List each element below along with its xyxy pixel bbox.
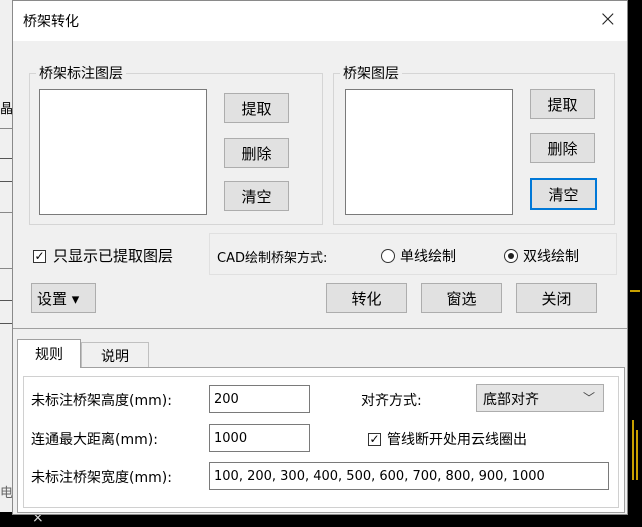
cad-line	[632, 420, 634, 480]
double-line-label[interactable]: 双线绘制	[523, 246, 579, 266]
height-label: 未标注桥架高度(mm):	[31, 393, 172, 409]
annotation-layer-legend: 桥架标注图层	[39, 66, 123, 82]
section-divider	[13, 328, 627, 329]
background-divider	[0, 128, 12, 129]
single-line-radio[interactable]	[381, 249, 395, 263]
close-icon[interactable]: ×	[599, 7, 617, 32]
single-line-label[interactable]: 单线绘制	[400, 246, 456, 266]
cad-line	[630, 290, 640, 292]
distance-label: 连通最大距离(mm):	[31, 432, 158, 448]
tray-delete-button[interactable]: 删除	[530, 133, 595, 163]
background-cad-canvas	[626, 0, 642, 527]
width-input[interactable]	[209, 462, 609, 490]
window-select-button[interactable]: 窗选	[421, 283, 502, 313]
only-extracted-label[interactable]: 只显示已提取图层	[53, 245, 173, 266]
align-label: 对齐方式:	[361, 393, 422, 409]
background-divider	[0, 212, 12, 213]
tab-rules[interactable]: 规则	[17, 339, 81, 368]
tray-layer-list[interactable]	[345, 89, 513, 215]
annotation-extract-button[interactable]: 提取	[224, 93, 289, 123]
double-line-radio[interactable]	[504, 249, 518, 263]
tab-description[interactable]: 说明	[81, 342, 149, 367]
dialog-title: 桥架转化	[23, 14, 79, 30]
title-bar[interactable]: 桥架转化 ×	[13, 1, 627, 41]
cad-mode-label: CAD绘制桥架方式:	[217, 251, 328, 266]
annotation-layer-list[interactable]	[39, 89, 207, 215]
align-select-value: 底部对齐	[483, 392, 539, 408]
convert-button[interactable]: 转化	[326, 283, 407, 313]
bridge-convert-dialog: 桥架转化 × 桥架标注图层 提取 删除 清空 桥架图层 提取 删除 清空 ✓ 只…	[12, 0, 628, 515]
tray-layer-legend: 桥架图层	[343, 66, 399, 82]
align-select[interactable]: 底部对齐 ﹀	[476, 384, 604, 412]
tray-clear-button[interactable]: 清空	[530, 178, 597, 210]
tray-extract-button[interactable]: 提取	[530, 89, 595, 119]
cloud-line-checkbox[interactable]: ✓	[368, 433, 381, 446]
height-input[interactable]	[209, 385, 310, 413]
annotation-clear-button[interactable]: 清空	[224, 181, 289, 211]
annotation-delete-button[interactable]: 删除	[224, 138, 289, 168]
cad-line	[636, 430, 638, 480]
settings-dropdown-button[interactable]: 设置 ▾	[31, 283, 96, 313]
width-label: 未标注桥架宽度(mm):	[31, 470, 172, 486]
distance-input[interactable]	[209, 424, 310, 452]
background-divider	[0, 268, 12, 269]
close-button[interactable]: 关闭	[516, 283, 597, 313]
cloud-line-label[interactable]: 管线断开处用云线圈出	[387, 429, 527, 449]
only-extracted-checkbox[interactable]: ✓	[33, 250, 46, 263]
chevron-down-icon: ﹀	[582, 391, 595, 405]
